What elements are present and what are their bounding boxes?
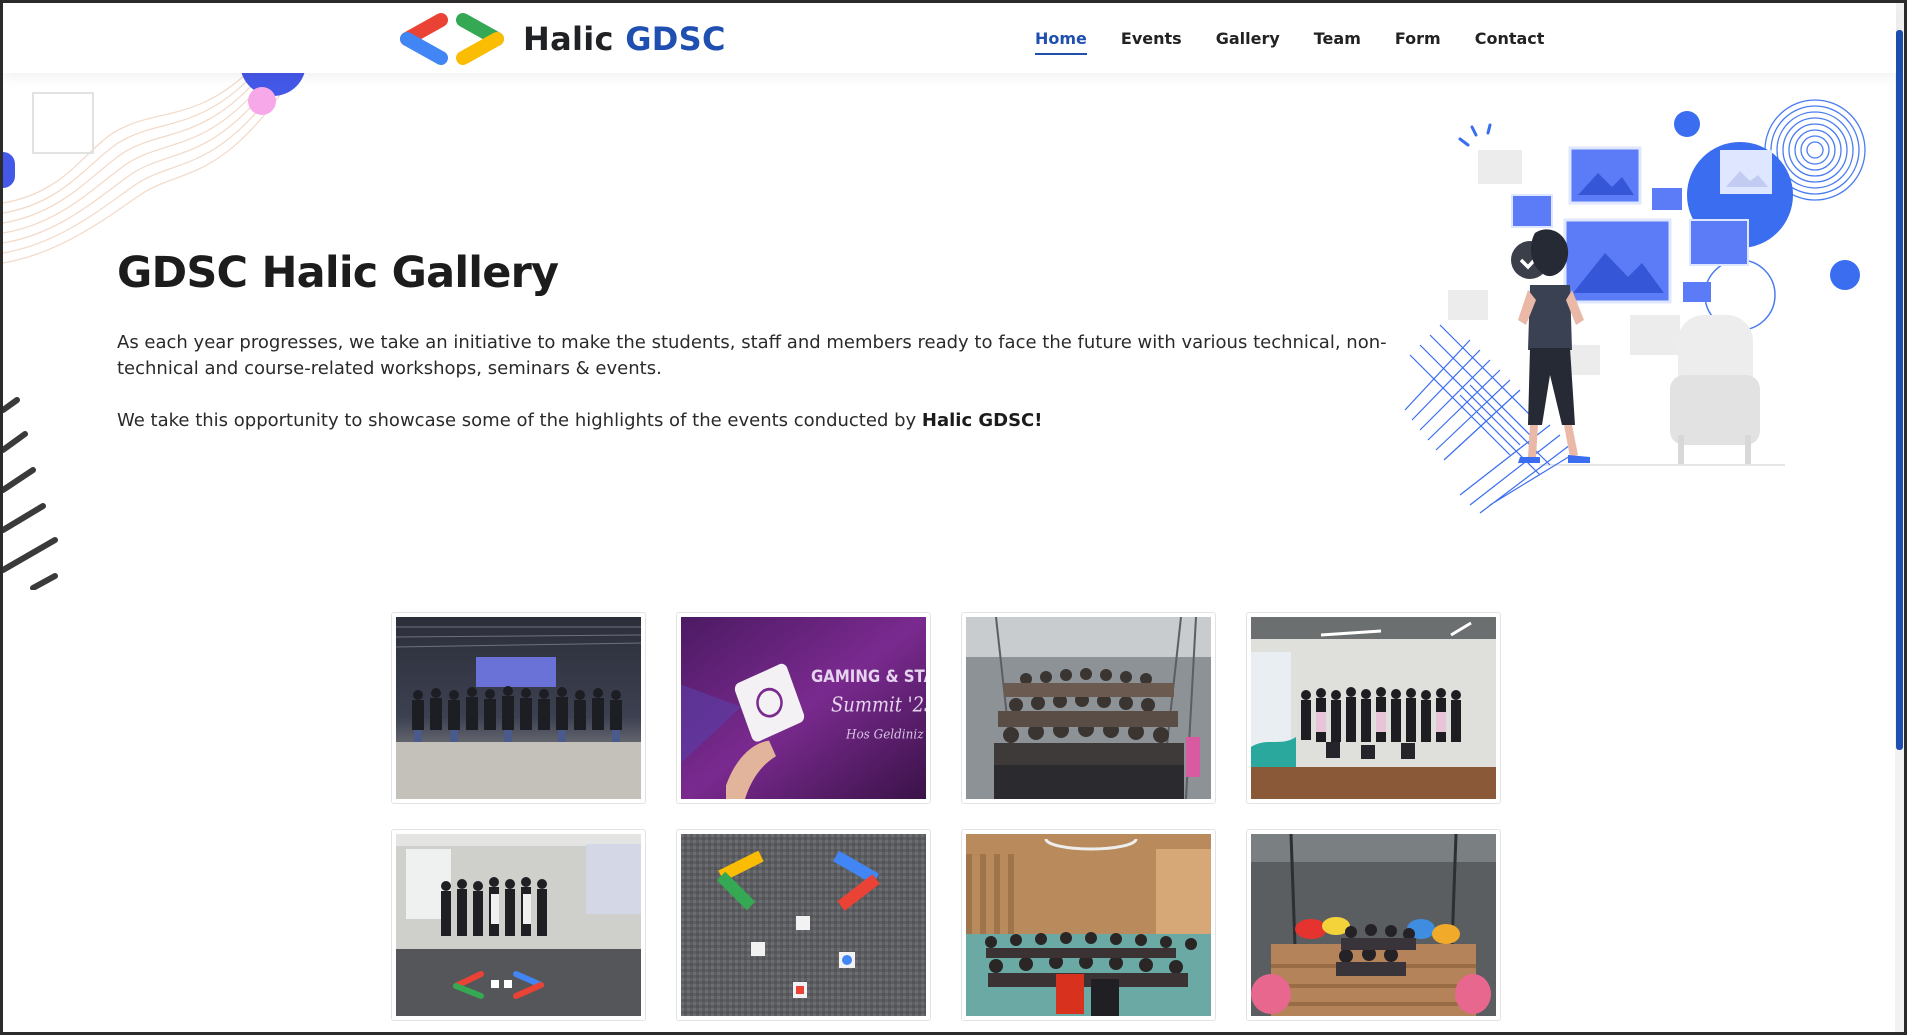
nav-events[interactable]: Events: [1104, 3, 1199, 73]
site-header: Halic GDSC Home Events Gallery Team Form…: [3, 3, 1896, 73]
gdsc-logo-icon: [400, 13, 504, 65]
nav-contact[interactable]: Contact: [1458, 3, 1562, 73]
summit-card-photo: GAMING & START Summit '23 Hos Geldiniz: [681, 617, 926, 799]
group-photo-hall: [1251, 617, 1496, 799]
summit-caption: GAMING & START: [811, 666, 926, 686]
picture-frames: [1511, 146, 1772, 304]
intro-paragraph: As each year progresses, we take an init…: [117, 332, 1387, 379]
photo-gallery: GAMING & START Summit '23 Hos Geldiniz: [391, 612, 1504, 1021]
floor-logo-photo: [681, 834, 926, 1016]
group-photo-stage: [396, 617, 641, 799]
gallery-card[interactable]: [961, 829, 1216, 1021]
highlight-paragraph: We take this opportunity to showcase som…: [117, 408, 1387, 434]
page-title: GDSC Halic Gallery: [117, 248, 559, 298]
gallery-card[interactable]: [961, 612, 1216, 804]
svg-text:Hos Geldiniz: Hos Geldiniz: [845, 727, 924, 743]
brand-name: Halic GDSC: [523, 20, 726, 58]
lounge-stairs-photo: [1251, 834, 1496, 1016]
stripes-decoration: [3, 397, 58, 590]
chair-shape: [1670, 315, 1760, 465]
crowd-stairs-photo: [966, 617, 1211, 799]
highlight-text: We take this opportunity to showcase som…: [117, 410, 922, 431]
brand-logo[interactable]: Halic GDSC: [393, 11, 726, 67]
gallery-illustration: [1404, 99, 1866, 514]
brand-name-part1: Halic: [523, 20, 614, 58]
highlight-brand: Halic GDSC!: [921, 410, 1043, 431]
gallery-card[interactable]: [391, 829, 646, 1021]
pink-circle-decoration: [248, 87, 276, 115]
main-nav: Home Events Gallery Team Form Contact: [1018, 3, 1561, 73]
brand-name-part2: GDSC: [625, 20, 726, 58]
scrollbar-thumb[interactable]: [1896, 30, 1903, 750]
gallery-card[interactable]: [676, 829, 931, 1021]
svg-text:Summit '23: Summit '23: [831, 692, 926, 716]
classroom-group-photo: [396, 834, 641, 1016]
nav-team[interactable]: Team: [1297, 3, 1378, 73]
nav-home[interactable]: Home: [1018, 3, 1104, 73]
gallery-card[interactable]: [1246, 612, 1501, 804]
gallery-card[interactable]: [391, 612, 646, 804]
nav-form[interactable]: Form: [1378, 3, 1458, 73]
gallery-card[interactable]: [1246, 829, 1501, 1021]
nav-gallery[interactable]: Gallery: [1199, 3, 1297, 73]
gallery-card[interactable]: GAMING & START Summit '23 Hos Geldiniz: [676, 612, 931, 804]
auditorium-audience-photo: [966, 834, 1211, 1016]
